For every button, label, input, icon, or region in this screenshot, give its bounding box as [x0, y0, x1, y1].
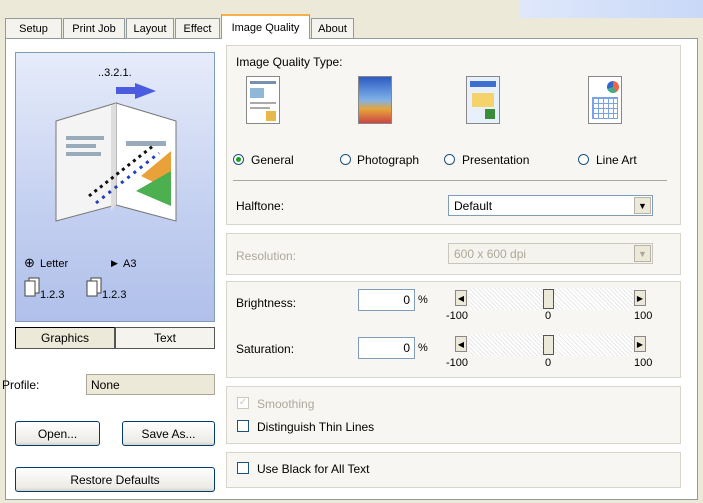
chevron-down-icon[interactable]: ▼ [634, 197, 651, 214]
background-window-strip [520, 0, 703, 18]
profile-label: Profile: [2, 378, 40, 392]
arrow-right-icon: ▶ [111, 258, 118, 268]
brightness-unit: % [418, 294, 428, 306]
distinguish-thin-lines-label: Distinguish Thin Lines [257, 420, 375, 434]
brightness-slider-thumb[interactable] [543, 289, 554, 309]
distinguish-thin-lines-checkbox[interactable] [237, 420, 249, 432]
brightness-increase-arrow[interactable]: ▶ [634, 290, 646, 306]
general-document-icon [246, 76, 280, 124]
line-art-icon [588, 76, 622, 124]
halftone-select[interactable]: Default ▼ [448, 195, 653, 216]
photograph-radio[interactable] [340, 154, 351, 165]
preview-panel: ..3.2.1. ⊕ Letter ▶ A3 1.2.3 1.2.3 [15, 52, 215, 322]
brightness-label: Brightness: [236, 296, 297, 310]
copies-order-b: 1.2.3 [102, 289, 127, 301]
presentation-radio[interactable] [444, 154, 455, 165]
saturation-label: Saturation: [236, 342, 295, 356]
resolution-value: 600 x 600 dpi [454, 246, 527, 261]
tab-print-job[interactable]: Print Job [63, 18, 125, 38]
options-group [226, 386, 681, 444]
halftone-value: Default [454, 198, 493, 213]
tab-effect[interactable]: Effect [175, 18, 220, 38]
presentation-label: Presentation [462, 153, 530, 167]
tab-about[interactable]: About [311, 18, 354, 38]
use-black-label: Use Black for All Text [257, 462, 370, 476]
line-art-label: Line Art [596, 153, 637, 167]
smoothing-label: Smoothing [257, 397, 315, 411]
general-label: General [251, 153, 294, 167]
saturation-decrease-arrow[interactable]: ◀ [455, 336, 467, 352]
page-order-label: ..3.2.1. [98, 67, 132, 79]
collated-copies-icon [24, 277, 40, 297]
saturation-min: -100 [446, 357, 469, 369]
save-as-profile-button[interactable]: Save As... [122, 421, 215, 446]
divider [233, 180, 667, 181]
zoom-in-icon: ⊕ [24, 255, 35, 270]
line-art-radio[interactable] [578, 154, 589, 165]
brightness-input[interactable]: 0 [358, 289, 415, 311]
copies-order-a: 1.2.3 [40, 289, 65, 301]
presentation-icon [466, 76, 500, 124]
restore-defaults-button[interactable]: Restore Defaults [15, 467, 215, 492]
saturation-input[interactable]: 0 [358, 337, 415, 359]
collated-copies-icon-2 [86, 277, 102, 297]
brightness-decrease-arrow[interactable]: ◀ [455, 290, 467, 306]
tab-image-quality[interactable]: Image Quality [221, 14, 310, 39]
graphics-view-button[interactable]: Graphics [15, 327, 115, 349]
tab-layout[interactable]: Layout [126, 18, 174, 38]
use-black-checkbox[interactable] [237, 462, 249, 474]
brightness-min: -100 [446, 310, 469, 322]
resolution-label: Resolution: [236, 249, 297, 263]
halftone-label: Halftone: [236, 199, 285, 213]
chevron-down-icon-disabled: ▼ [634, 245, 651, 262]
resolution-select: 600 x 600 dpi ▼ [448, 243, 653, 264]
saturation-unit: % [418, 342, 428, 354]
brightness-mid: 0 [545, 310, 552, 322]
smoothing-checkbox: ✓ [237, 397, 249, 409]
general-radio[interactable] [233, 154, 244, 165]
booklet-preview-icon [55, 83, 177, 222]
source-paper-size: Letter [40, 258, 69, 270]
saturation-slider-thumb[interactable] [543, 335, 554, 355]
profile-field[interactable]: None [86, 374, 215, 395]
saturation-mid: 0 [545, 357, 552, 369]
text-view-button[interactable]: Text [115, 327, 215, 349]
target-paper-size: A3 [123, 258, 137, 270]
tab-setup[interactable]: Setup [5, 18, 62, 38]
photograph-icon [358, 76, 392, 124]
open-profile-button[interactable]: Open... [15, 421, 100, 446]
saturation-increase-arrow[interactable]: ▶ [634, 336, 646, 352]
saturation-max: 100 [634, 357, 653, 369]
printer-properties-dialog: Setup Print Job Layout Effect Image Qual… [0, 0, 703, 503]
photograph-label: Photograph [357, 153, 420, 167]
image-quality-type-title: Image Quality Type: [236, 55, 343, 69]
brightness-max: 100 [634, 310, 653, 322]
